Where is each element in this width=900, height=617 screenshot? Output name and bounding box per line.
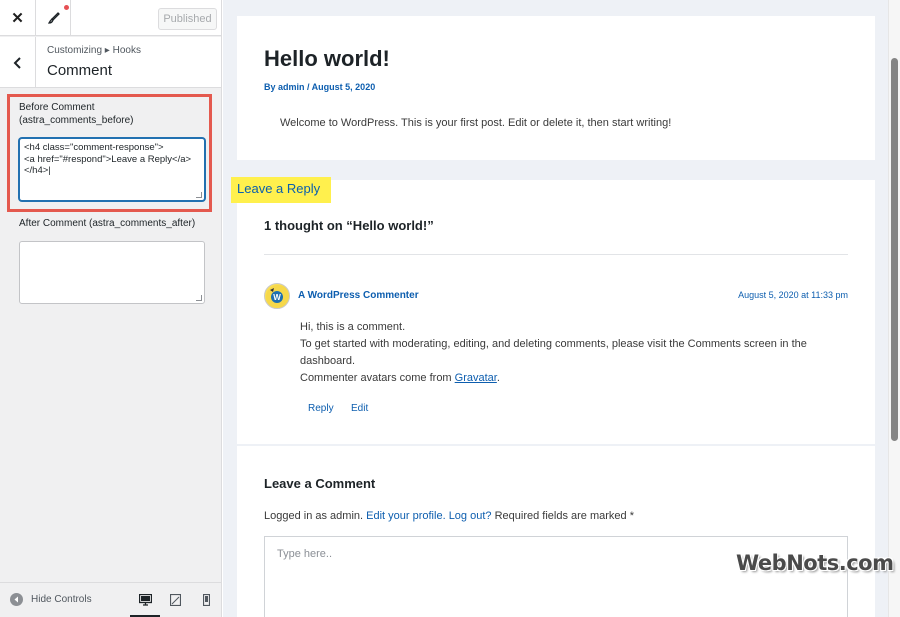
- svg-text:W: W: [273, 293, 281, 302]
- chevron-left-icon: [13, 56, 21, 69]
- comment-line-4: Commenter avatars come from Gravatar.: [300, 370, 500, 387]
- site-preview: Hello world! By admin / August 5, 2020 W…: [223, 0, 888, 617]
- post-title[interactable]: Hello world!: [264, 46, 390, 72]
- gravatar-link[interactable]: Gravatar: [455, 372, 497, 384]
- comments-card: 1 thought on “Hello world!” W A WordPres…: [237, 180, 875, 444]
- desktop-icon: [138, 594, 152, 606]
- divider: [264, 254, 848, 255]
- tablet-icon: [169, 594, 181, 606]
- after-comment-label: After Comment (astra_comments_after): [19, 218, 196, 229]
- section-header: Customizing ▸ Hooks Comment: [0, 37, 221, 88]
- comment-line-1: Hi, this is a comment.: [300, 321, 406, 333]
- comment-line-3: dashboard.: [300, 355, 356, 367]
- tablet-preview-button[interactable]: [166, 591, 184, 609]
- resize-grip-icon[interactable]: [196, 192, 202, 198]
- comment-line-2: To get started with moderating, editing,…: [300, 338, 807, 350]
- edit-profile-link[interactable]: Edit your profile.: [366, 510, 445, 522]
- leave-comment-title: Leave a Comment: [264, 476, 376, 491]
- mobile-preview-button[interactable]: [197, 591, 215, 609]
- edit-comment-link[interactable]: Edit: [351, 403, 368, 414]
- reply-link[interactable]: Reply: [308, 403, 334, 414]
- resize-grip-icon[interactable]: [196, 295, 202, 301]
- watermark-logo: WebNots.com: [736, 551, 894, 575]
- brush-icon: [47, 12, 60, 24]
- period-text: .: [496, 372, 500, 384]
- comment-placeholder: Type here..: [277, 548, 333, 560]
- post-content: Welcome to WordPress. This is your first…: [280, 117, 672, 129]
- logged-in-note: Logged in as admin. Edit your profile. L…: [264, 510, 634, 522]
- customizer-footer: Hide Controls: [0, 582, 221, 617]
- logged-in-text: Logged in as admin.: [264, 510, 367, 522]
- mobile-icon: [202, 594, 210, 606]
- section-title: Comment: [47, 62, 113, 79]
- close-customizer-button[interactable]: ✕: [0, 0, 36, 36]
- before-comment-textarea[interactable]: <h4 class="comment-response"> <a href="#…: [19, 138, 205, 201]
- customizer-topbar: ✕ Published: [0, 0, 221, 36]
- hide-controls-button[interactable]: Hide Controls: [10, 593, 92, 606]
- hide-controls-label: Hide Controls: [31, 594, 92, 605]
- after-comment-textarea[interactable]: [19, 241, 205, 304]
- logout-link[interactable]: Log out?: [449, 510, 492, 522]
- before-comment-label: Before Comment (astra_comments_before): [19, 102, 134, 126]
- breadcrumb: Customizing ▸ Hooks: [47, 45, 141, 56]
- comment-date[interactable]: August 5, 2020 at 11:33 pm: [738, 290, 848, 300]
- desktop-preview-button[interactable]: [130, 591, 160, 617]
- back-button[interactable]: [0, 37, 36, 88]
- comment-textarea[interactable]: Type here..: [264, 536, 848, 617]
- comment-author[interactable]: A WordPress Commenter: [298, 290, 419, 301]
- required-note: Required fields are marked *: [491, 510, 634, 522]
- collapse-icon: [10, 593, 23, 606]
- comments-title: 1 thought on “Hello world!”: [264, 218, 434, 233]
- respond-card: Leave a Comment Logged in as admin. Edit…: [237, 446, 875, 617]
- wordpress-avatar-icon: W: [266, 285, 289, 308]
- avatar-note-text: Commenter avatars come from: [300, 372, 455, 384]
- notification-dot: [64, 5, 69, 10]
- preview-scrollbar[interactable]: [888, 0, 900, 617]
- customizer-sidebar: ✕ Published Customizing ▸ Hooks Comment …: [0, 0, 222, 617]
- published-button[interactable]: Published: [158, 8, 217, 30]
- post-card: Hello world! By admin / August 5, 2020 W…: [237, 16, 875, 160]
- post-meta[interactable]: By admin / August 5, 2020: [264, 82, 375, 92]
- scrollbar-thumb[interactable]: [891, 58, 898, 441]
- commenter-avatar: W: [264, 283, 290, 309]
- leave-reply-heading[interactable]: Leave a Reply: [237, 181, 320, 196]
- close-icon: ✕: [11, 10, 24, 27]
